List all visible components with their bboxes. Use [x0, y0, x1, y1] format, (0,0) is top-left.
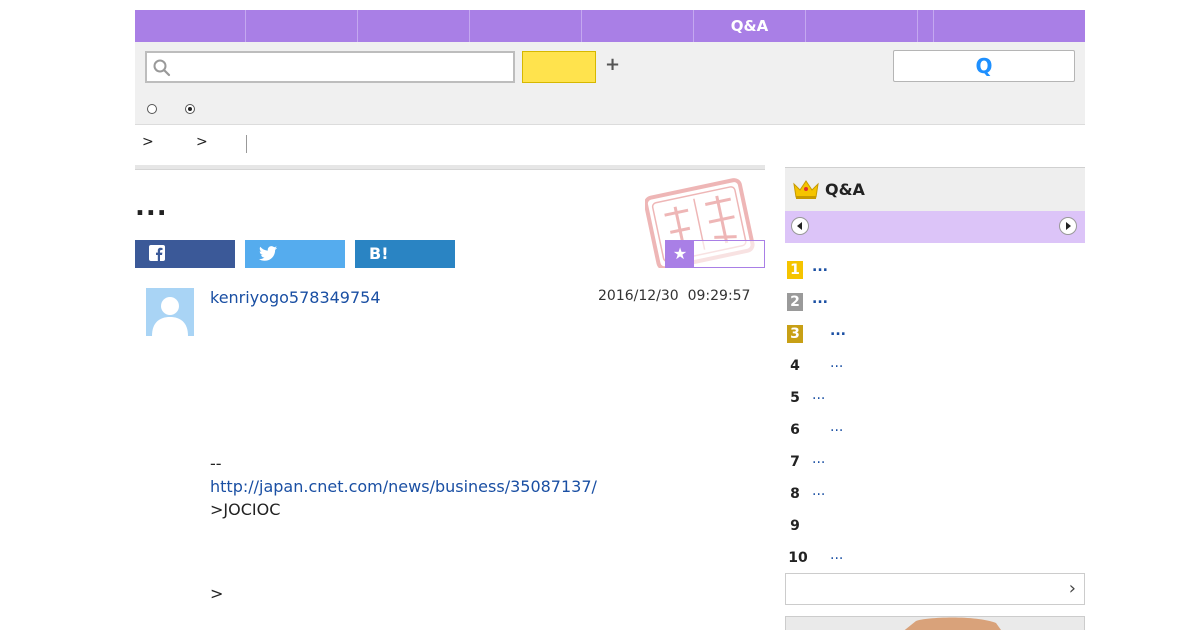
post-text-line: --	[210, 454, 222, 473]
username-link[interactable]: kenriyogo578349754	[210, 288, 381, 307]
nav-item-7[interactable]	[806, 10, 918, 42]
plus-icon[interactable]: +	[605, 54, 620, 75]
post-timestamp: 2016/12/30 09:29:57	[598, 288, 751, 304]
nav-item-5[interactable]	[582, 10, 694, 42]
breadcrumb-divider	[246, 135, 247, 153]
share-twitter-button[interactable]	[245, 240, 345, 268]
ranking-item-title[interactable]: ...	[812, 259, 828, 275]
rank-number: 10	[788, 550, 808, 566]
ranking-item[interactable]: 1 ...	[785, 259, 1085, 283]
ranking-pager	[785, 211, 1085, 243]
ranking-item[interactable]: 7 ...	[785, 451, 1085, 475]
ranking-item[interactable]: 4 ...	[785, 355, 1085, 379]
pager-next-button[interactable]	[1059, 217, 1077, 235]
pager-prev-button[interactable]	[791, 217, 809, 235]
ranking-item[interactable]: 2 ...	[785, 291, 1085, 315]
ranking-item[interactable]: 3 ...	[785, 323, 1085, 347]
search-button[interactable]	[522, 51, 596, 83]
nav-item-3[interactable]	[358, 10, 470, 42]
crown-icon	[793, 180, 819, 199]
rank-number: 4	[790, 358, 800, 374]
ranking-item-title[interactable]: ...	[830, 547, 843, 563]
question-title: ...	[135, 192, 168, 222]
avatar[interactable]	[146, 288, 194, 336]
nav-item-8[interactable]	[918, 10, 934, 42]
rank-number: 3	[787, 325, 803, 343]
ranking-item-title[interactable]: ...	[830, 419, 843, 435]
page-frame: Q&A + Q > > ... B! ★ kenriyogo578349754 …	[115, 10, 1085, 630]
top-navigation: Q&A	[135, 10, 1085, 42]
nav-item-1[interactable]	[135, 10, 246, 42]
ranking-header: Q&A	[785, 167, 1085, 211]
ranking-item-title[interactable]: ...	[812, 387, 825, 403]
ad-image-graphic	[904, 617, 1001, 630]
nav-item-qa[interactable]: Q&A	[694, 10, 806, 42]
post-link-line: http://japan.cnet.com/news/business/3508…	[210, 477, 597, 496]
search-icon	[153, 59, 171, 77]
bookmark-button[interactable]: ★	[665, 240, 765, 268]
ranking-more-button[interactable]: ›	[785, 573, 1085, 605]
post-url-link[interactable]: http://japan.cnet.com/news/business/3508…	[210, 477, 597, 496]
ranking-item-title[interactable]: ...	[812, 291, 828, 307]
nav-item-2[interactable]	[246, 10, 358, 42]
search-scope-radio-1[interactable]	[147, 104, 157, 114]
chevron-right-icon: ›	[1068, 578, 1076, 599]
search-bar: + Q	[135, 42, 1085, 125]
rank-number: 6	[790, 422, 800, 438]
rank-number: 2	[787, 293, 803, 311]
ranking-item[interactable]: 6 ...	[785, 419, 1085, 443]
caret-right-icon	[1066, 222, 1071, 230]
share-facebook-button[interactable]	[135, 240, 235, 268]
ranking-item[interactable]: 5 ...	[785, 387, 1085, 411]
question-icon: Q	[975, 54, 993, 78]
star-icon: ★	[666, 241, 694, 267]
breadcrumb: > >	[135, 132, 1085, 156]
search-input[interactable]	[177, 55, 511, 81]
ranking-item-title[interactable]: ...	[830, 355, 843, 371]
nav-item-9[interactable]	[934, 10, 1085, 42]
breadcrumb-separator: >	[142, 134, 154, 150]
ranking-item[interactable]: 10 ...	[785, 547, 1085, 571]
rank-number: 1	[787, 261, 803, 279]
search-scope-radio-2[interactable]	[185, 104, 195, 114]
ranking-item-title[interactable]: ...	[830, 323, 846, 339]
content-top-border	[135, 165, 765, 170]
hatena-icon: B!	[369, 244, 389, 263]
nav-item-4[interactable]	[470, 10, 582, 42]
rank-number: 5	[790, 390, 800, 406]
breadcrumb-separator: >	[196, 134, 208, 150]
ranking-item-title[interactable]: ...	[812, 451, 825, 467]
search-field	[145, 51, 515, 83]
rank-number: 9	[790, 518, 800, 534]
ranking-item-title[interactable]: ...	[812, 483, 825, 499]
ad-banner-image[interactable]	[785, 616, 1085, 630]
twitter-icon	[259, 246, 277, 261]
share-hatena-button[interactable]: B!	[355, 240, 455, 268]
rank-number: 7	[790, 454, 800, 470]
rank-number: 8	[790, 486, 800, 502]
ask-question-button[interactable]: Q	[893, 50, 1075, 82]
caret-left-icon	[797, 222, 802, 230]
ranking-item[interactable]: 9	[785, 515, 1085, 539]
post-text-line: >	[210, 584, 224, 603]
post-text-line: >JOCIOC	[210, 500, 281, 519]
ranking-title: Q&A	[825, 180, 865, 199]
facebook-icon	[149, 245, 165, 261]
ranking-item[interactable]: 8 ...	[785, 483, 1085, 507]
